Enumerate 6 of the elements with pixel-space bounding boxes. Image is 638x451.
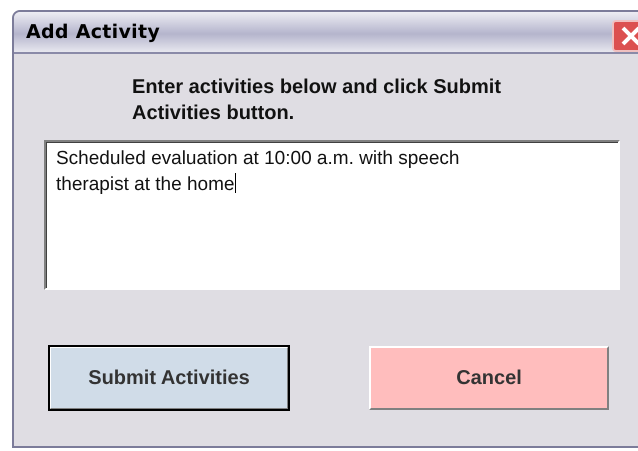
close-icon: [620, 25, 638, 47]
cancel-button[interactable]: Cancel: [369, 346, 609, 410]
window-title: Add Activity: [26, 20, 160, 45]
submit-button[interactable]: Submit Activities: [49, 346, 289, 410]
activity-text-field[interactable]: Scheduled evaluation at 10:00 a.m. with speech therapist at the home: [44, 140, 620, 290]
instruction-text: Enter activities below and click Submit Activities button.: [132, 75, 502, 126]
